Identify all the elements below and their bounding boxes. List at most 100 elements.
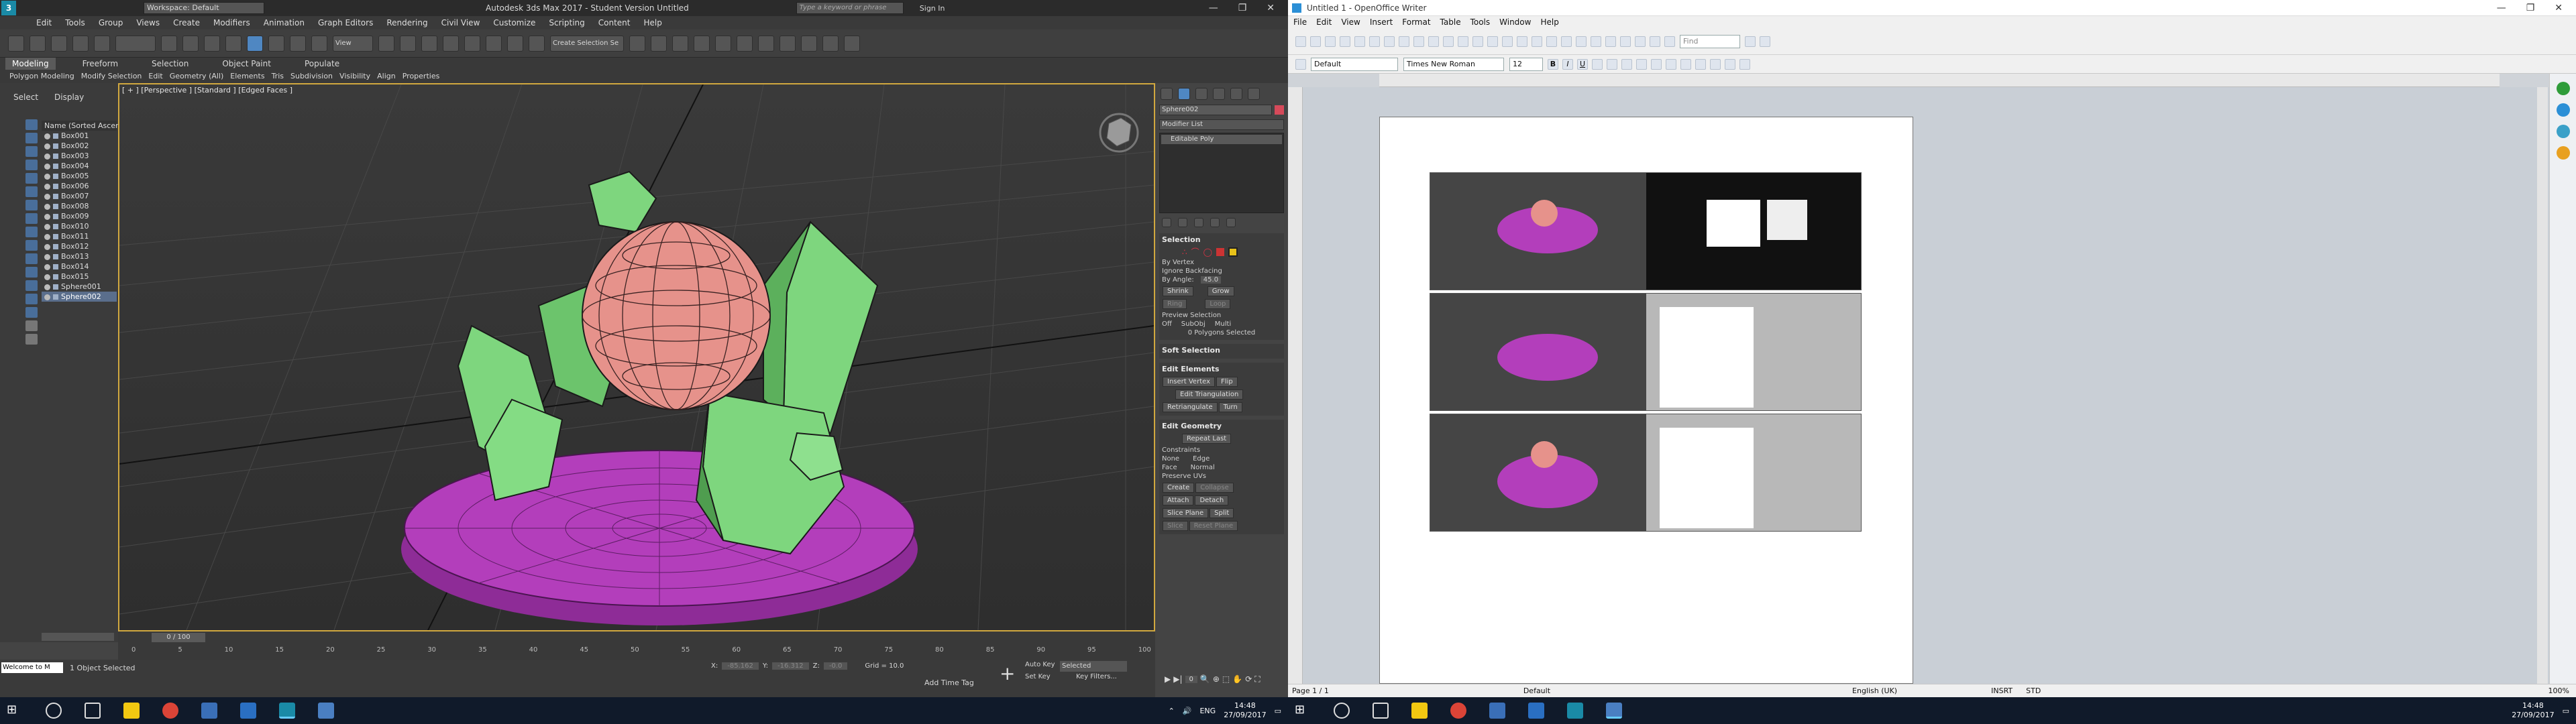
polygon-mode-icon[interactable] [1216,247,1225,256]
find-input[interactable]: Find [1680,34,1740,48]
maxscript-listener[interactable]: Welcome to M [1,662,63,673]
start-icon[interactable]: ⊞ [1295,703,1311,719]
filter-hidden-icon[interactable] [25,267,38,278]
chrome-icon[interactable] [162,703,178,719]
key-filters-button[interactable]: Key Filters... [1076,673,1117,680]
preview-off-radio[interactable]: Off [1162,320,1172,328]
display-panel-icon[interactable] [1230,88,1242,100]
scene-item-box002[interactable]: Box002 [42,141,117,151]
vertical-scrollbar[interactable] [2537,87,2548,684]
app-icon[interactable] [201,703,217,719]
display-all-icon[interactable] [25,280,38,291]
menu-animation[interactable]: Animation [264,18,305,27]
italic-icon[interactable]: I [1562,58,1573,70]
eye-icon[interactable] [44,223,50,230]
preserve-uvs-checkbox[interactable]: Preserve UVs [1162,473,1281,480]
background-color-icon[interactable] [1739,58,1750,70]
autospellcheck-icon[interactable] [1428,36,1439,47]
ribbon-subdivision[interactable]: Subdivision [290,72,333,80]
cortana-icon[interactable] [1334,703,1350,719]
filter-toggle-icon[interactable] [25,320,38,331]
tasks-icon[interactable] [240,703,256,719]
save-icon[interactable] [1325,36,1336,47]
find-previous-icon[interactable] [1760,36,1770,47]
ribbon-align[interactable]: Align [377,72,396,80]
table-icon[interactable] [1546,36,1557,47]
bind-space-warp-icon[interactable] [94,35,110,52]
filter-space-warps-icon[interactable] [25,186,38,197]
align-center-icon[interactable] [1607,58,1617,70]
filter-xrefs-icon[interactable] [25,213,38,224]
writer-menu-window[interactable]: Window [1499,17,1531,27]
writer-menu-file[interactable]: File [1293,17,1307,27]
undo-icon[interactable] [8,35,24,52]
ribbon-tab-modeling[interactable]: Modeling [5,58,56,70]
writer-menu-format[interactable]: Format [1402,17,1430,27]
navigator-icon[interactable] [1591,36,1601,47]
constraint-edge-radio[interactable]: Edge [1193,455,1210,463]
ribbon-tab-selection[interactable]: Selection [145,58,195,70]
ribbon-geometry-all[interactable]: Geometry (All) [170,72,224,80]
rectangle-selection-icon[interactable] [204,35,220,52]
stack-item-editable-poly[interactable]: Editable Poly [1161,135,1282,144]
filter-bones-icon[interactable] [25,227,38,237]
edit-file-icon[interactable] [1354,36,1365,47]
bold-icon[interactable]: B [1548,58,1558,70]
copy-icon[interactable] [1458,36,1468,47]
toggle-scene-explorer-icon[interactable] [672,35,688,52]
eye-icon[interactable] [44,153,50,160]
scene-tab-select[interactable]: Select [13,93,38,102]
horizontal-ruler[interactable] [1379,74,2500,87]
email-icon[interactable] [1340,36,1350,47]
chrome-icon[interactable] [1450,703,1466,719]
remove-modifier-icon[interactable] [1210,218,1220,227]
writer-minimize-icon[interactable]: — [2497,3,2506,13]
select-by-name-icon[interactable] [182,35,199,52]
writer-menu-insert[interactable]: Insert [1370,17,1393,27]
unlink-icon[interactable] [72,35,89,52]
align-left-icon[interactable] [1592,58,1603,70]
select-manipulate-icon[interactable] [400,35,416,52]
menu-graph-editors[interactable]: Graph Editors [318,18,373,27]
mirror-icon[interactable] [629,35,645,52]
ignore-backfacing-checkbox[interactable]: Ignore Backfacing [1162,267,1281,275]
zoom-icon[interactable] [1650,36,1660,47]
constraint-face-radio[interactable]: Face [1162,464,1177,471]
collapse-button[interactable]: Collapse [1195,483,1234,493]
eye-icon[interactable] [44,284,50,290]
select-scale-icon[interactable] [290,35,306,52]
track-bar[interactable]: 0 5 10 15 20 25 30 35 40 45 50 55 60 65 70 75 80 85 90 95 10… [131,646,1151,654]
time-slider[interactable]: 0 / 100 [152,633,205,642]
filter-helpers-icon[interactable] [25,173,38,184]
viewcube[interactable] [1099,113,1139,153]
properties-icon[interactable] [2557,82,2570,95]
object-color-swatch[interactable] [1275,105,1284,115]
auto-key-button[interactable]: Auto Key [1025,661,1055,668]
ribbon-elements[interactable]: Elements [230,72,264,80]
navigator-sidebar-icon[interactable] [2557,146,2570,160]
insert-mode[interactable]: INSRT [1991,686,2012,695]
detach-button[interactable]: Detach [1195,495,1229,505]
element-mode-icon[interactable] [1228,247,1238,257]
scene-item-box013[interactable]: Box013 [42,251,117,261]
writer-close-icon[interactable]: ✕ [2555,3,2563,13]
align-icon[interactable] [651,35,667,52]
scene-item-box010[interactable]: Box010 [42,221,117,231]
pivot-center-icon[interactable] [378,35,394,52]
scene-item-sphere001[interactable]: Sphere001 [42,282,117,292]
notifications-icon[interactable]: ▭ [2563,707,2569,715]
eye-icon[interactable] [44,143,50,149]
find-next-icon[interactable] [1745,36,1756,47]
print-icon[interactable] [1384,36,1395,47]
y-coordinate[interactable]: -16.312 [772,662,809,670]
vertex-mode-icon[interactable]: ∴ [1182,247,1187,257]
hierarchy-panel-icon[interactable] [1195,88,1208,100]
styles-icon[interactable] [2557,103,2570,117]
writer-maximize-icon[interactable]: ❐ [2526,3,2535,13]
selection-filter-select[interactable] [115,35,156,52]
scene-item-box007[interactable]: Box007 [42,191,117,201]
create-button[interactable]: Create [1163,483,1195,493]
edit-triangulation-button[interactable]: Edit Triangulation [1175,389,1244,400]
max-sign-in[interactable]: Sign In [920,4,945,13]
help-icon[interactable] [1664,36,1675,47]
